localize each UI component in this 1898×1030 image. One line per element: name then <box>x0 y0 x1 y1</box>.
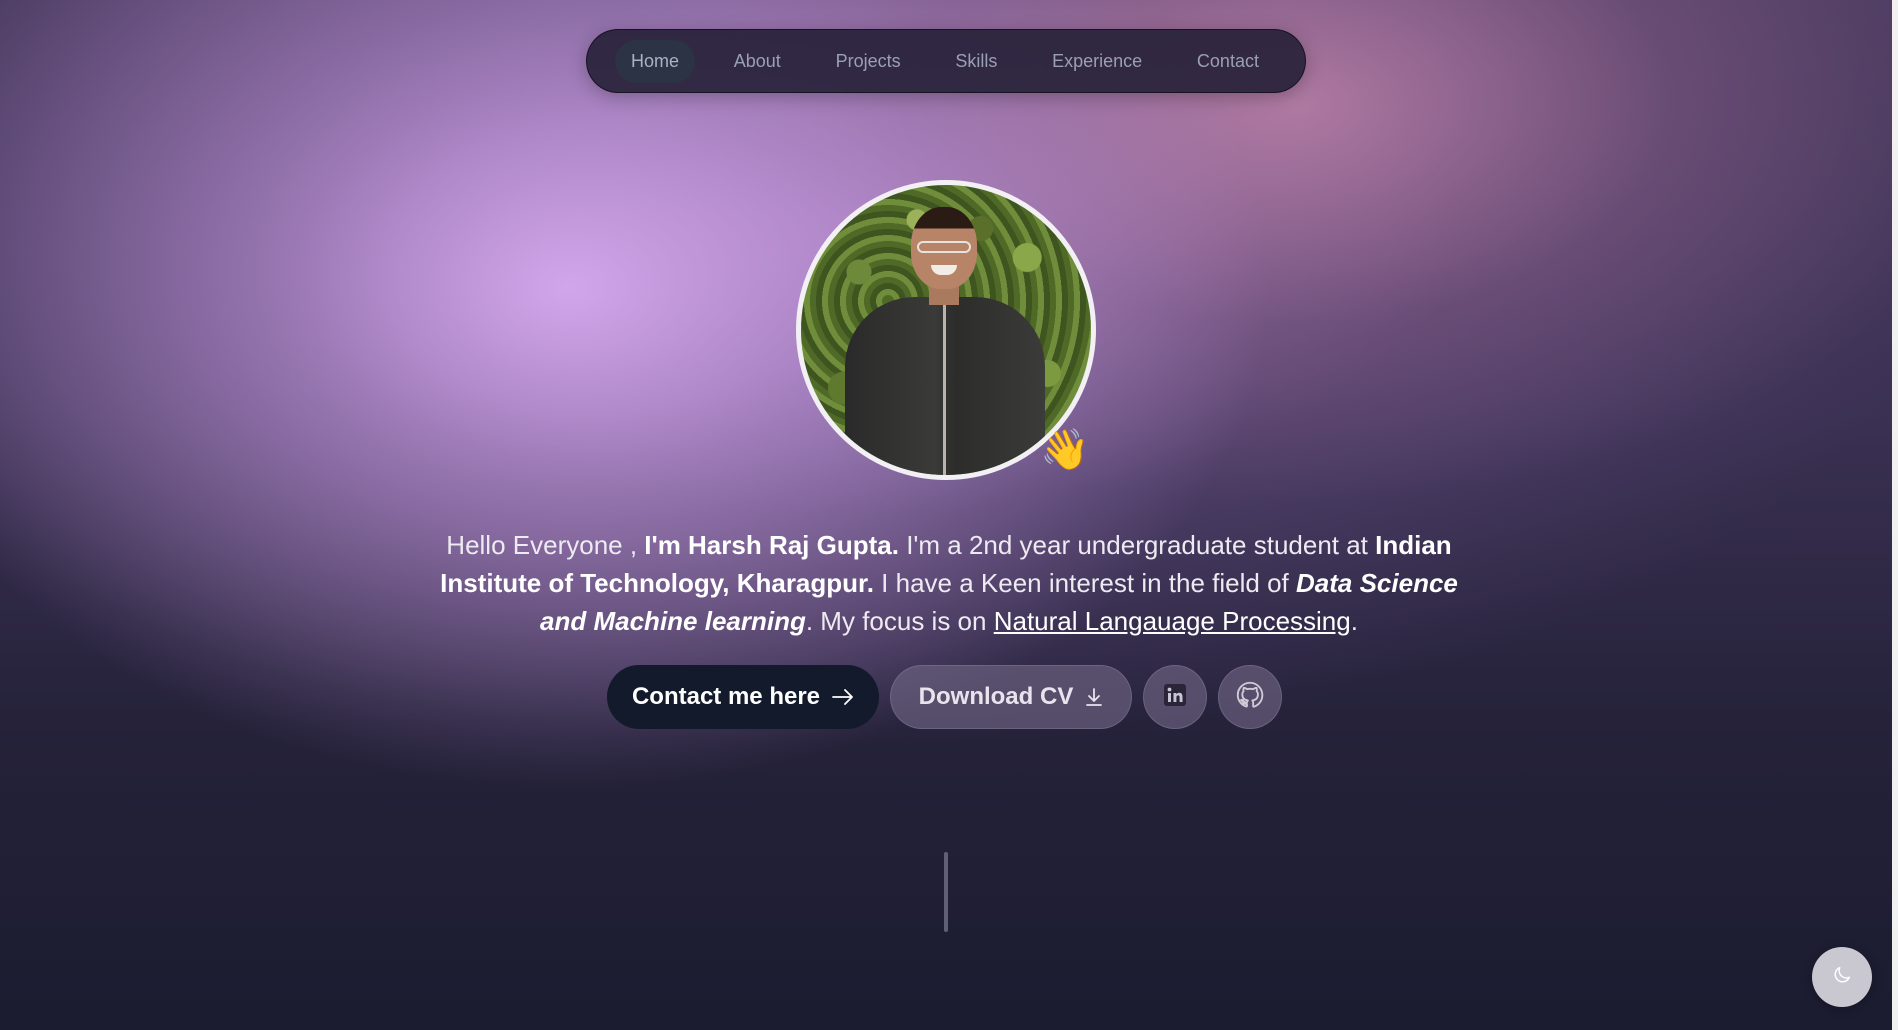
intro-focus-link[interactable]: Natural Langauage Processing <box>994 606 1351 636</box>
nav-item-experience[interactable]: Experience <box>1036 40 1158 83</box>
page-scrollbar[interactable] <box>1892 0 1898 1030</box>
arrow-right-icon <box>832 689 854 705</box>
theme-toggle-button[interactable] <box>1812 947 1872 1007</box>
intro-text-2: I'm a 2nd year undergraduate student at <box>898 530 1376 560</box>
avatar-container: 👋 <box>796 180 1096 480</box>
intro-end: . <box>1350 606 1358 636</box>
linkedin-icon <box>1163 683 1187 712</box>
intro-text-4: . My focus is on <box>805 606 994 636</box>
nav-item-projects[interactable]: Projects <box>820 40 917 83</box>
intro-text-3: I have a Keen interest in the field of <box>873 568 1296 598</box>
nav-item-home[interactable]: Home <box>615 39 696 83</box>
download-icon <box>1085 687 1103 707</box>
nav-item-contact[interactable]: Contact <box>1181 40 1275 83</box>
scroll-indicator <box>944 852 948 932</box>
nav-item-skills[interactable]: Skills <box>939 40 1013 83</box>
linkedin-button[interactable] <box>1143 665 1207 729</box>
photo-zipper <box>943 305 946 475</box>
moon-icon <box>1831 964 1853 991</box>
contact-button-label: Contact me here <box>631 683 821 710</box>
nav-item-about[interactable]: About <box>718 40 797 83</box>
intro-paragraph: Hello Everyone , I'm Harsh Raj Gupta. I'… <box>440 526 1458 640</box>
github-button[interactable] <box>1218 665 1282 729</box>
photo-glasses <box>917 241 971 253</box>
contact-button[interactable]: Contact me here <box>607 665 879 729</box>
waving-hand-icon: 👋 <box>1040 428 1090 472</box>
intro-name: I'm Harsh Raj Gupta. <box>644 530 899 560</box>
hero-actions: Contact me here Download CV <box>607 664 1282 730</box>
download-cv-button[interactable]: Download CV <box>890 665 1132 729</box>
download-cv-label: Download CV <box>918 683 1074 710</box>
top-nav: Home About Projects Skills Experience Co… <box>586 29 1306 93</box>
github-icon <box>1236 681 1264 714</box>
intro-greeting: Hello Everyone , <box>446 530 645 560</box>
